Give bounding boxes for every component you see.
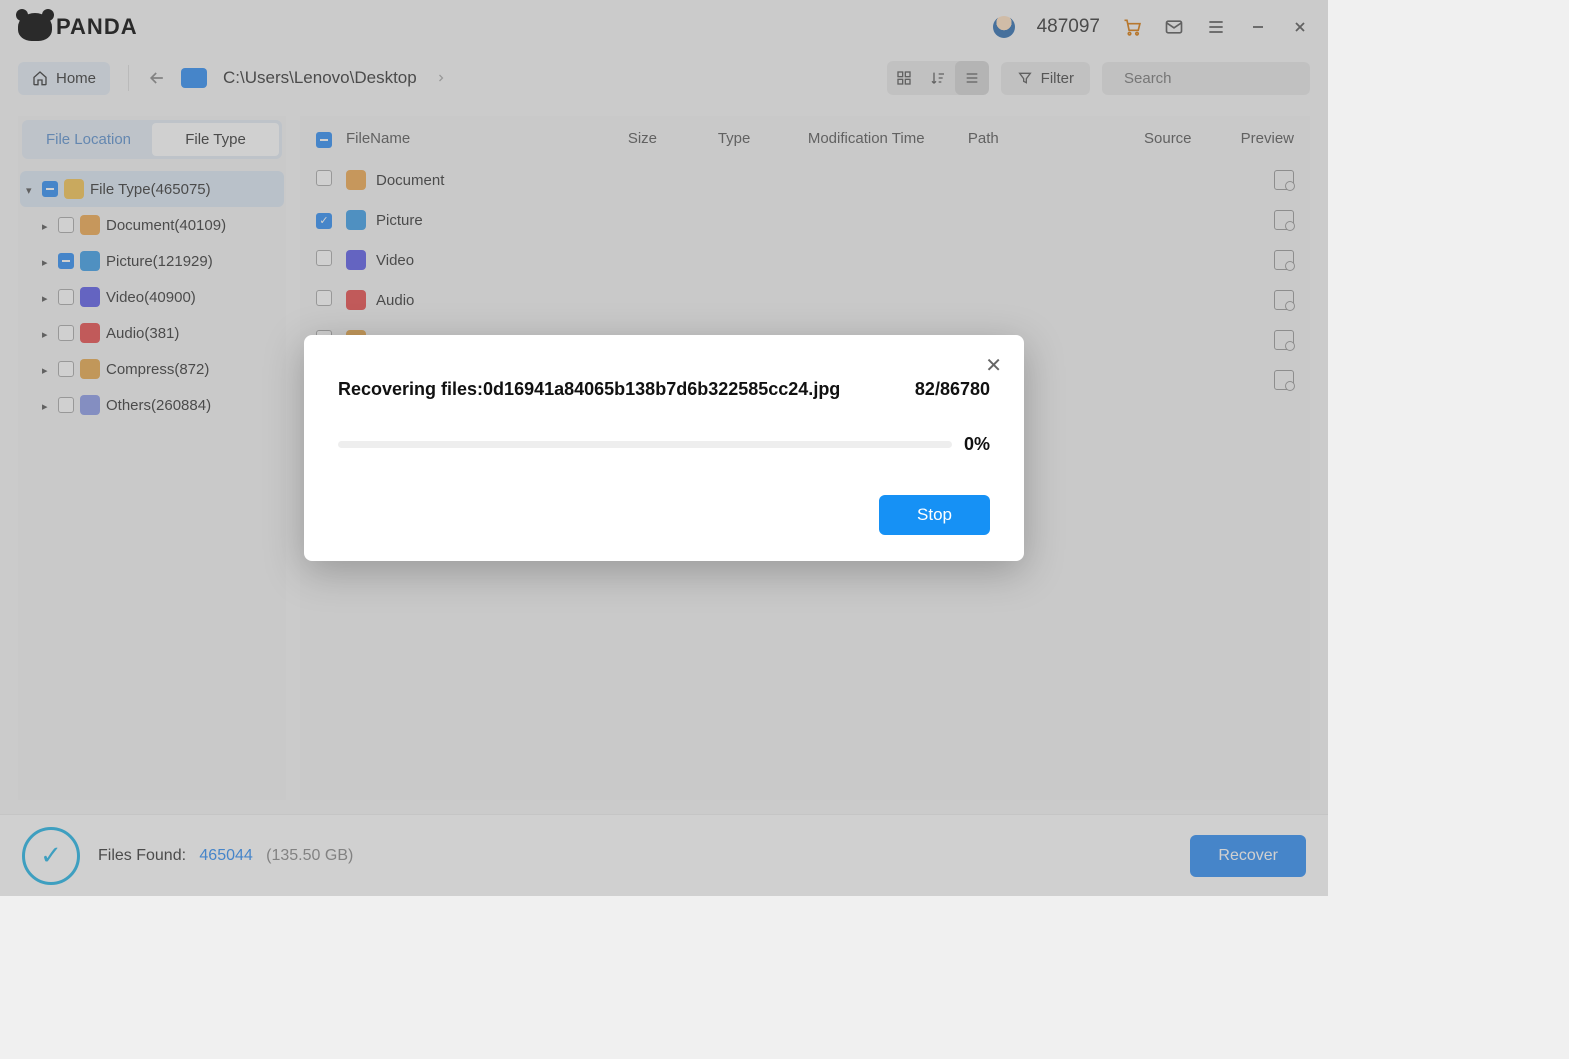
dialog-message: Recovering files:0d16941a84065b138b7d6b3… bbox=[338, 379, 840, 400]
progress-bar bbox=[338, 441, 952, 448]
dialog-close-button[interactable]: ✕ bbox=[985, 353, 1002, 378]
dialog-progress-count: 82/86780 bbox=[915, 379, 990, 400]
stop-button[interactable]: Stop bbox=[879, 495, 990, 535]
recover-progress-dialog: ✕ Recovering files:0d16941a84065b138b7d6… bbox=[304, 335, 1024, 561]
progress-percent: 0% bbox=[964, 434, 990, 455]
modal-overlay: ✕ Recovering files:0d16941a84065b138b7d6… bbox=[0, 0, 1328, 896]
